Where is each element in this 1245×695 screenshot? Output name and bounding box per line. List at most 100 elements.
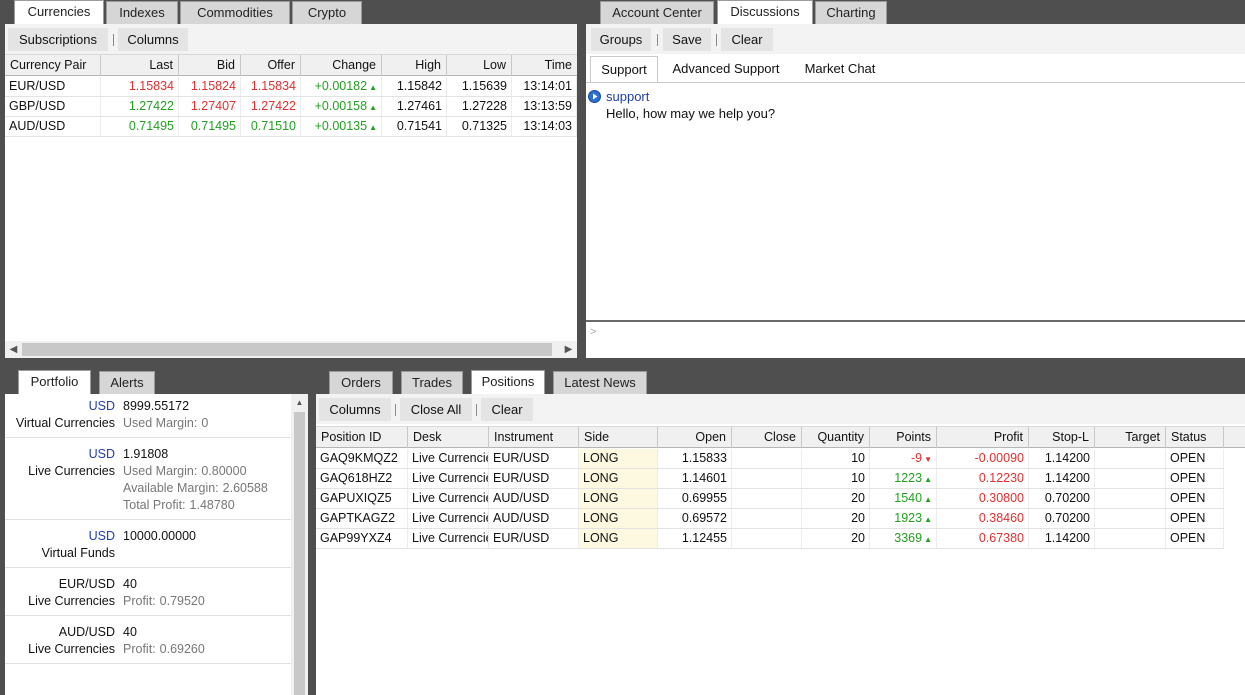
instrument-value: EUR/USD	[493, 471, 550, 485]
tab-alerts[interactable]: Alerts	[99, 371, 155, 394]
message-author[interactable]: support	[606, 89, 649, 104]
side-value: LONG	[583, 531, 619, 545]
points-value: 1540	[894, 491, 923, 505]
scroll-right-icon[interactable]: ▶	[560, 341, 577, 358]
col-desk[interactable]: Desk	[408, 427, 489, 448]
col-last[interactable]: Last	[101, 55, 179, 76]
cell-profit: 0.12230	[937, 469, 1029, 488]
subtab-support[interactable]: Support	[590, 56, 658, 82]
discussions-tabbar: Account Center Discussions Charting	[586, 0, 1245, 24]
subtab-advanced-support[interactable]: Advanced Support	[664, 56, 788, 82]
last-value: 1.15834	[128, 79, 174, 93]
portfolio-currency: USD	[88, 399, 115, 413]
portfolio-item[interactable]: EUR/USD 40 Live Currencies Profit: 0.79520	[5, 572, 291, 616]
clear-button[interactable]: Clear	[721, 28, 773, 51]
portfolio-content: USD 8999.55172 Virtual Currencies Used Marg…	[5, 394, 308, 695]
col-profit[interactable]: Profit	[937, 427, 1029, 448]
portfolio-currency: USD	[88, 529, 115, 543]
col-change[interactable]: Change	[301, 55, 382, 76]
toolbar-separator	[716, 34, 717, 46]
position-row[interactable]: GAP99YXZ4 Live Currencies EUR/USD LONG 1.124…	[316, 529, 1224, 549]
scroll-up-icon[interactable]: ▲	[291, 394, 308, 411]
portfolio-vertical-scrollbar[interactable]: ▲	[291, 394, 308, 695]
col-bid[interactable]: Bid	[179, 55, 241, 76]
clear-button[interactable]: Clear	[481, 398, 533, 421]
columns-button[interactable]: Columns	[118, 28, 188, 51]
portfolio-item[interactable]: USD 1.91808 Live Currencies Used Margin: 0.8…	[5, 442, 291, 520]
currency-row[interactable]: EUR/USD 1.15834 1.15824 1.15834 +0.00182 ▲ 1.1…	[5, 77, 577, 97]
portfolio-detail: Available Margin: 2.60588	[123, 480, 268, 497]
discussions-toolbar: Groups Save Clear	[586, 24, 1245, 54]
open-value: 1.14601	[681, 471, 727, 485]
position-row[interactable]: GAQ618HZ2 Live Currencies EUR/USD LONG 1.146…	[316, 469, 1224, 489]
cell-points: 3369 ▲	[870, 529, 937, 548]
currency-row[interactable]: GBP/USD 1.27422 1.27407 1.27422 +0.00158 ▲ 1.2…	[5, 97, 577, 117]
position-row[interactable]: GAPTKAGZ2 Live Currencies AUD/USD LONG 0.695…	[316, 509, 1224, 529]
profit-value: 0.12230	[978, 471, 1024, 485]
col-status[interactable]: Status	[1166, 427, 1224, 448]
scroll-left-icon[interactable]: ◀	[5, 341, 22, 358]
cell-quantity: 20	[802, 489, 870, 508]
save-button[interactable]: Save	[663, 28, 711, 51]
tab-positions[interactable]: Positions	[471, 370, 545, 394]
col-currency-pair[interactable]: Currency Pair	[5, 55, 101, 76]
subscriptions-button[interactable]: Subscriptions	[8, 28, 108, 51]
portfolio-item[interactable]: USD 8999.55172 Virtual Currencies Used Marg…	[5, 394, 291, 438]
col-instrument[interactable]: Instrument	[489, 427, 579, 448]
portfolio-value: 1.91808	[123, 447, 169, 461]
col-stop-loss[interactable]: Stop-L	[1029, 427, 1095, 448]
tab-trades[interactable]: Trades	[401, 371, 463, 394]
tab-charting[interactable]: Charting	[815, 1, 887, 24]
cell-side: LONG	[579, 449, 658, 468]
col-quantity[interactable]: Quantity	[802, 427, 870, 448]
cell-desk: Live Currencies	[408, 449, 489, 468]
cell-pair: EUR/USD	[5, 77, 101, 96]
portfolio-item[interactable]: USD 10000.00000 Virtual Funds	[5, 524, 291, 568]
cell-desk: Live Currencies	[408, 469, 489, 488]
tab-discussions[interactable]: Discussions	[717, 0, 813, 24]
id-value: GAPUXIQZ5	[320, 491, 392, 505]
tab-indexes[interactable]: Indexes	[106, 1, 178, 24]
cell-stop: 0.70200	[1029, 509, 1095, 528]
cell-side: LONG	[579, 489, 658, 508]
col-low[interactable]: Low	[447, 55, 512, 76]
detail-value: 0.79520	[159, 594, 205, 608]
col-target[interactable]: Target	[1095, 427, 1166, 448]
change-value: +0.00182	[314, 79, 368, 93]
groups-button[interactable]: Groups	[591, 28, 651, 51]
position-row[interactable]: GAQ9KMQZ2 Live Currencies EUR/USD LONG 1.158…	[316, 449, 1224, 469]
cell-status: OPEN	[1166, 529, 1224, 548]
subtab-market-chat[interactable]: Market Chat	[794, 56, 886, 82]
portfolio-item[interactable]: AUD/USD 40 Live Currencies Profit: 0.69260	[5, 620, 291, 664]
col-points[interactable]: Points	[870, 427, 937, 448]
currencies-toolbar: Subscriptions Columns	[5, 24, 577, 54]
tab-latest-news[interactable]: Latest News	[553, 371, 647, 394]
col-time[interactable]: Time	[512, 55, 577, 76]
tab-account-center[interactable]: Account Center	[600, 1, 714, 24]
scrollbar-thumb[interactable]	[294, 412, 305, 695]
cell-change: +0.00158 ▲	[301, 97, 382, 116]
close-all-button[interactable]: Close All	[400, 398, 472, 421]
currencies-horizontal-scrollbar[interactable]: ◀ ▶	[5, 341, 577, 358]
tab-crypto[interactable]: Crypto	[292, 1, 362, 24]
col-high[interactable]: High	[382, 55, 447, 76]
tab-currencies[interactable]: Currencies	[14, 0, 104, 24]
cell-close	[732, 529, 802, 548]
col-position-id[interactable]: Position ID	[316, 427, 408, 448]
scrollbar-thumb[interactable]	[22, 343, 552, 356]
columns-button[interactable]: Columns	[319, 398, 391, 421]
portfolio-currency: USD	[88, 447, 115, 461]
cell-target	[1095, 449, 1166, 468]
col-open[interactable]: Open	[658, 427, 732, 448]
col-close[interactable]: Close	[732, 427, 802, 448]
tab-orders[interactable]: Orders	[329, 371, 393, 394]
chat-input[interactable]: >	[586, 320, 1245, 358]
col-offer[interactable]: Offer	[241, 55, 301, 76]
tab-portfolio[interactable]: Portfolio	[18, 370, 91, 394]
currency-row[interactable]: AUD/USD 0.71495 0.71495 0.71510 +0.00135 ▲ 0.7…	[5, 117, 577, 137]
col-side[interactable]: Side	[579, 427, 658, 448]
cell-stop: 1.14200	[1029, 469, 1095, 488]
time-value: 13:14:03	[523, 119, 572, 133]
position-row[interactable]: GAPUXIQZ5 Live Currencies AUD/USD LONG 0.699…	[316, 489, 1224, 509]
tab-commodities[interactable]: Commodities	[180, 1, 290, 24]
